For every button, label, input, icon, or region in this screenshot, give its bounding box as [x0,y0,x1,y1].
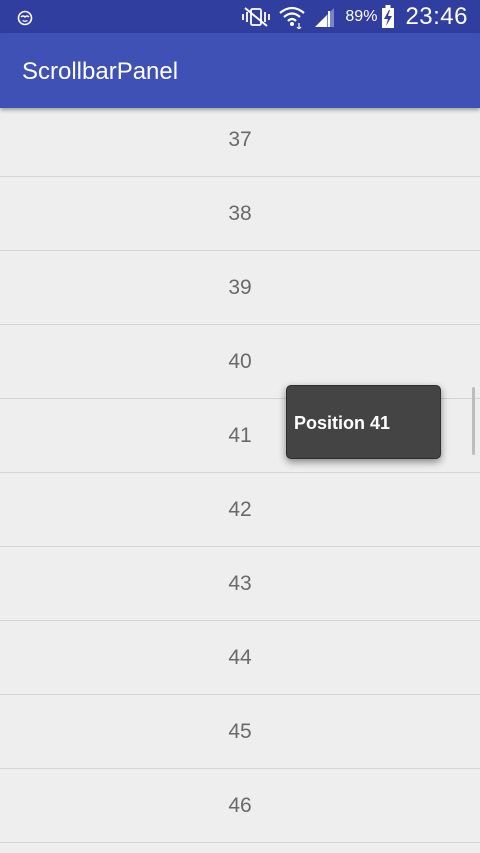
vibrate-silent-icon [241,6,271,28]
position-indicator-popup: Position 41 [286,385,441,459]
list-item[interactable]: 37 [0,103,480,177]
app-title: ScrollbarPanel [22,58,179,85]
position-indicator-label: Position 41 [294,413,391,433]
list-item[interactable]: 39 [0,251,480,325]
battery-percent: 89% [345,7,378,25]
list-item[interactable]: 38 [0,177,480,251]
scrollbar-thumb[interactable] [472,387,475,455]
status-bar: 89% 23:46 [0,0,480,33]
list-item[interactable]: 45 [0,695,480,769]
app-bar: ScrollbarPanel [0,33,480,108]
list-item[interactable]: 42 [0,473,480,547]
battery-charging-icon [381,4,395,29]
clock: 23:46 [405,2,468,30]
number-list[interactable]: 37 38 39 40 41 42 43 44 45 46 [0,103,480,853]
list-item[interactable]: 46 [0,769,480,843]
list-item[interactable]: 44 [0,621,480,695]
wifi-icon [279,5,306,29]
list-item[interactable]: 43 [0,547,480,621]
signal-icon [313,6,335,28]
notification-app-icon [16,8,34,26]
